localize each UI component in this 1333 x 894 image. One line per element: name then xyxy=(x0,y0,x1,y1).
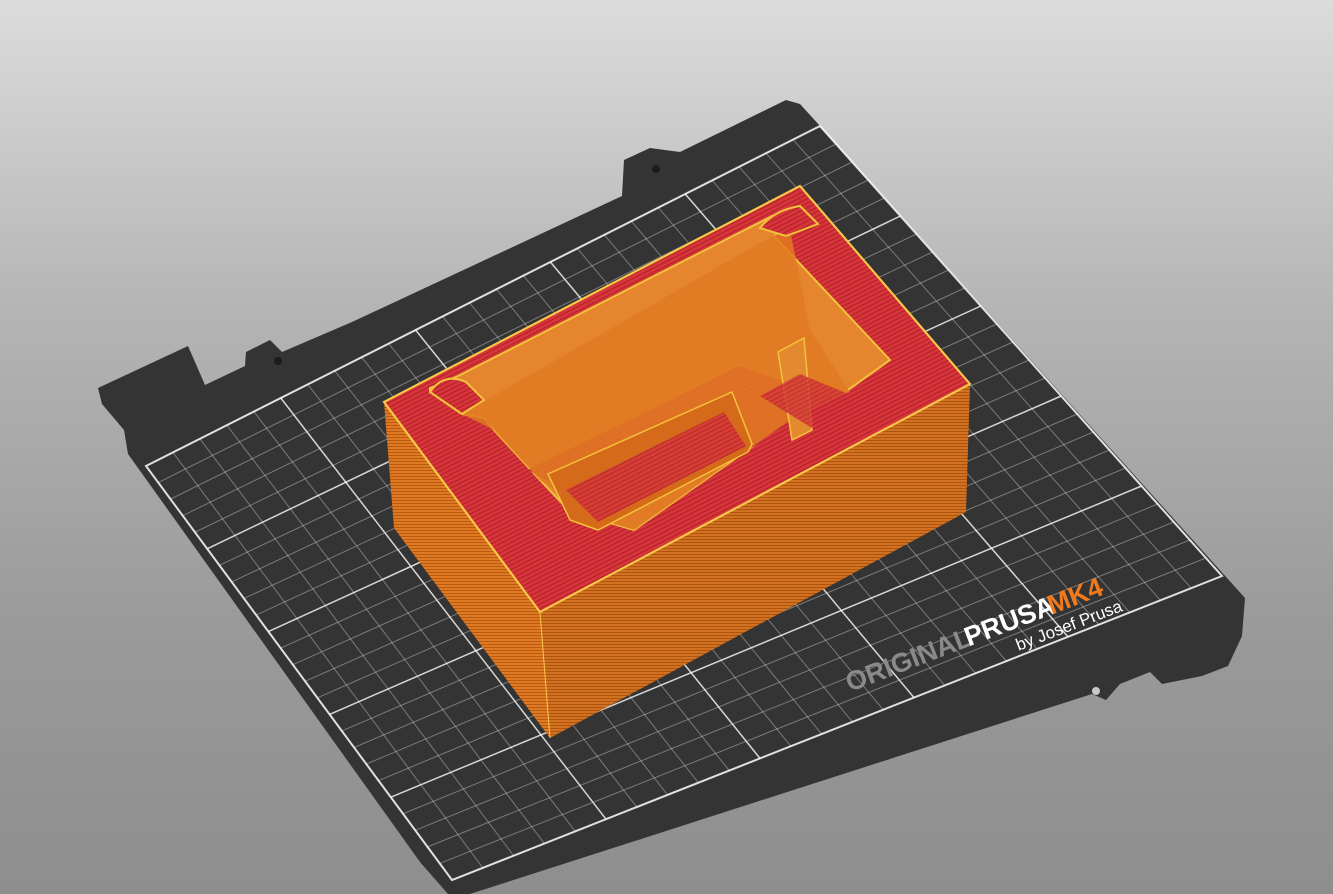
bed-screw-hole xyxy=(1092,687,1100,695)
print-preview-scene[interactable]: ORIGINAL PRUSA MK4 by Josef Prusa xyxy=(0,0,1333,894)
3d-viewport[interactable]: ORIGINAL PRUSA MK4 by Josef Prusa xyxy=(0,0,1333,894)
bed-screw-hole xyxy=(274,357,282,365)
bed-screw-hole xyxy=(652,165,660,173)
